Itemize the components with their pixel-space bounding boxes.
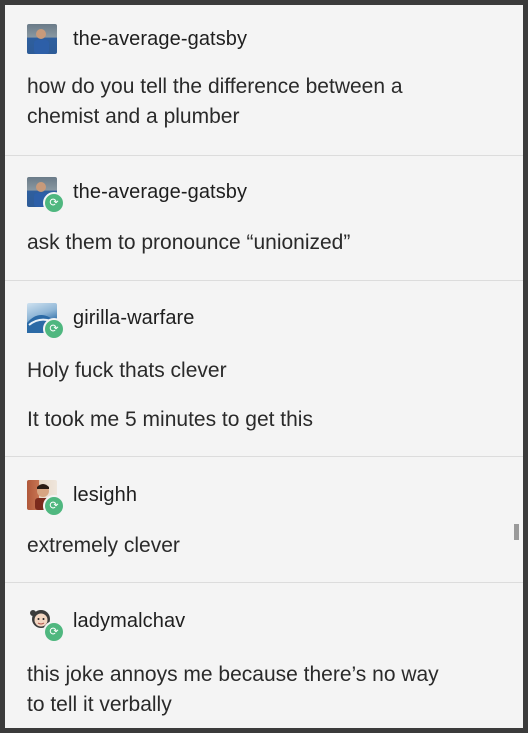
reblog-icon: ⟳ [43,318,65,340]
post-text-line: Holy fuck thats clever [27,359,227,382]
post-username[interactable]: girilla-warfare [73,307,195,330]
post-item: the-average-gatsby how do you tell the d… [5,5,523,156]
post-item: ⟳ lesighh extremely clever [5,456,523,583]
post-text-line: extremely clever [27,534,180,557]
post-item: ⟳ the-average-gatsby ask them to pronoun… [5,155,523,281]
post-text-line: ask them to pronounce “unionized” [27,231,351,254]
post-username[interactable]: ladymalchav [73,610,185,633]
post-thread: the-average-gatsby how do you tell the d… [5,5,523,728]
reblog-icon: ⟳ [43,192,65,214]
scrollbar-thumb[interactable] [514,524,519,540]
post-username[interactable]: the-average-gatsby [73,28,247,51]
post-header: ⟳ the-average-gatsby [27,177,247,214]
post-item: ⟳ girilla-warfare Holy fuck thats clever… [5,280,523,457]
cartoon-girl-avatar-icon[interactable]: ⟳ [27,606,65,643]
post-text-line: this joke annoys me because there’s no w… [27,663,439,686]
post-text-line: to tell it verbally [27,693,172,716]
post-header: the-average-gatsby [27,24,247,54]
reblog-icon: ⟳ [43,495,65,517]
wave-avatar-icon[interactable]: ⟳ [27,303,65,340]
reblog-icon: ⟳ [43,621,65,643]
post-username[interactable]: the-average-gatsby [73,181,247,204]
person-blue-shirt-avatar-icon[interactable]: ⟳ [27,177,65,214]
person-blue-shirt-avatar-icon[interactable] [27,24,57,54]
post-header: ⟳ ladymalchav [27,606,185,643]
post-text-line: how do you tell the difference between a [27,75,403,98]
post-header: ⟳ lesighh [27,480,137,517]
post-item: ⟳ ladymalchav this joke annoys me becaus… [5,582,523,728]
post-text-line: chemist and a plumber [27,105,240,128]
post-text-line: It took me 5 minutes to get this [27,408,313,431]
person-portrait-avatar-icon[interactable]: ⟳ [27,480,65,517]
post-header: ⟳ girilla-warfare [27,303,195,340]
post-username[interactable]: lesighh [73,484,137,507]
